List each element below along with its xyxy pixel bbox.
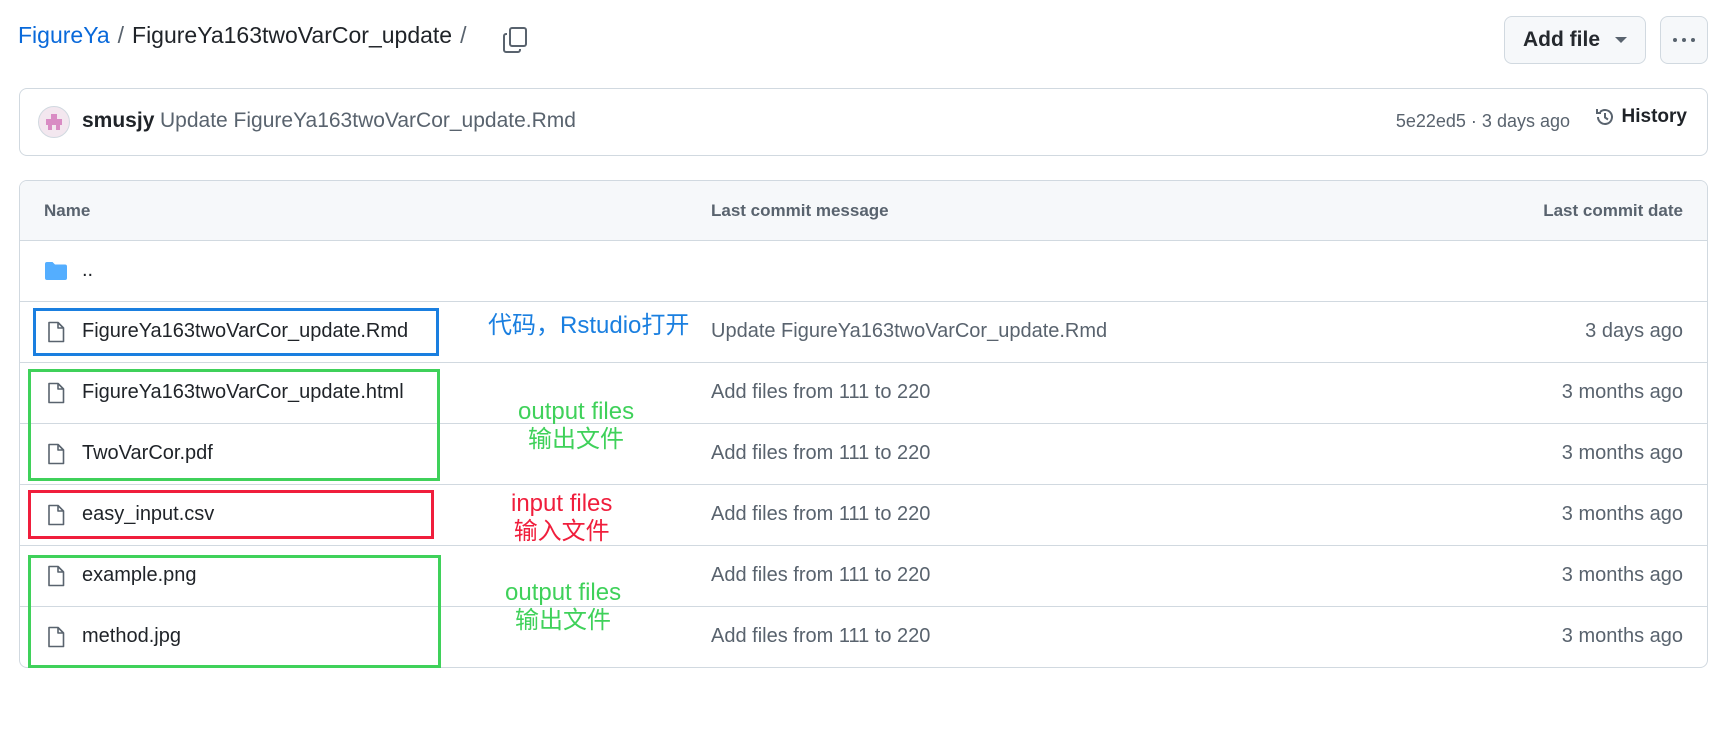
output-files-annotation-label: output files 输出文件 (518, 398, 635, 453)
input-files-annotation-box (28, 490, 434, 539)
history-label: History (1621, 106, 1687, 127)
breadcrumb-repo-link[interactable]: FigureYa (18, 22, 110, 49)
input-files-annotation-label: input files 输入文件 (511, 490, 613, 545)
commit-author-link[interactable]: smusjy (82, 109, 154, 133)
breadcrumb: FigureYa / FigureYa163twoVarCor_update / (18, 22, 474, 49)
breadcrumb-current-folder: FigureYa163twoVarCor_update (132, 22, 453, 48)
column-header-message: Last commit message (711, 201, 889, 220)
output-files-annotation-box (28, 555, 441, 668)
latest-commit-bar: smusjy Update FigureYa163twoVarCor_updat… (19, 88, 1708, 156)
column-header-name: Name (44, 201, 91, 220)
commit-date: 3 months ago (1561, 625, 1683, 647)
commit-message-link[interactable]: Update FigureYa163twoVarCor_update.Rmd (160, 109, 576, 133)
copy-icon (503, 27, 527, 53)
code-file-annotation-box (33, 308, 439, 356)
add-file-label: Add file (1523, 28, 1600, 51)
commit-message-link[interactable]: Add files from 111 to 220 (711, 381, 930, 404)
commit-message-link[interactable]: Add files from 111 to 220 (711, 442, 930, 465)
commit-date: 3 months ago (1561, 442, 1683, 464)
commit-hash-and-time[interactable]: 5e22ed5 · 3 days ago (1396, 111, 1570, 132)
commit-date: 3 months ago (1561, 381, 1683, 403)
commit-date: 3 days ago (1585, 320, 1683, 342)
avatar[interactable] (38, 106, 70, 138)
breadcrumb-separator: / (117, 22, 125, 48)
triangle-down-icon (1615, 37, 1627, 43)
more-options-button[interactable] (1660, 16, 1708, 64)
output-files-annotation-label: output files 输出文件 (505, 579, 622, 634)
commit-date: 3 months ago (1561, 503, 1683, 525)
commit-date: 3 months ago (1561, 564, 1683, 586)
parent-directory-link[interactable]: .. (82, 259, 93, 282)
table-header: Name Last commit message Last commit dat… (20, 181, 1707, 241)
commit-message-link[interactable]: Add files from 111 to 220 (711, 564, 930, 587)
breadcrumb-trailing-separator: / (460, 22, 467, 48)
commit-message-link[interactable]: Update FigureYa163twoVarCor_update.Rmd (711, 320, 1107, 343)
history-icon (1595, 109, 1613, 125)
folder-icon (45, 262, 67, 280)
column-header-date: Last commit date (1543, 201, 1683, 220)
top-bar: FigureYa / FigureYa163twoVarCor_update /… (0, 0, 1718, 80)
commit-message-link[interactable]: Add files from 111 to 220 (711, 503, 930, 526)
parent-directory-row[interactable]: .. (20, 241, 1707, 302)
add-file-button[interactable]: Add file (1504, 16, 1646, 64)
output-files-annotation-box (28, 369, 440, 481)
copy-path-button[interactable] (500, 24, 532, 56)
code-file-annotation-label: 代码，Rstudio打开 (488, 312, 690, 339)
kebab-horizontal-icon (1673, 38, 1677, 42)
history-button[interactable]: History (1594, 106, 1687, 128)
commit-message-link[interactable]: Add files from 111 to 220 (711, 625, 930, 648)
identicon-icon (46, 114, 62, 130)
